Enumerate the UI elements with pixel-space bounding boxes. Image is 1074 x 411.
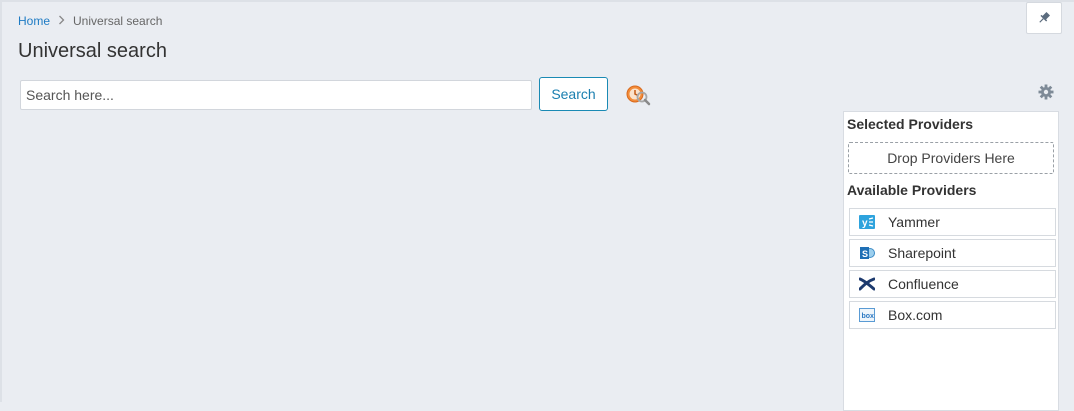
provider-label: Confluence	[888, 276, 959, 292]
svg-text:box: box	[862, 313, 875, 320]
providers-panel: Selected Providers Drop Providers Here A…	[843, 111, 1059, 411]
provider-item-box[interactable]: box Box.com	[849, 301, 1056, 329]
left-border	[0, 0, 2, 402]
provider-label: Box.com	[888, 307, 943, 323]
gear-icon[interactable]	[1038, 84, 1054, 100]
provider-label: Sharepoint	[888, 245, 956, 261]
breadcrumb-current: Universal search	[73, 14, 163, 28]
selected-providers-heading: Selected Providers	[847, 116, 974, 132]
provider-label: Yammer	[888, 214, 940, 230]
breadcrumb-home-link[interactable]: Home	[18, 14, 50, 28]
chevron-right-icon	[59, 15, 65, 25]
yammer-icon: y	[859, 214, 875, 230]
available-providers-heading: Available Providers	[847, 182, 977, 198]
box-icon: box	[859, 307, 875, 323]
pin-icon	[1039, 11, 1051, 23]
top-border	[0, 0, 1074, 2]
provider-item-sharepoint[interactable]: S Sharepoint	[849, 239, 1056, 267]
provider-item-yammer[interactable]: y Yammer	[849, 208, 1056, 236]
pin-button[interactable]	[1026, 2, 1062, 34]
search-button[interactable]: Search	[539, 77, 608, 111]
breadcrumb: Home Universal search	[18, 14, 162, 28]
provider-item-confluence[interactable]: Confluence	[849, 270, 1056, 298]
breadcrumb-separator	[58, 14, 65, 28]
confluence-icon	[859, 276, 875, 292]
search-input[interactable]	[20, 80, 532, 110]
svg-text:S: S	[862, 249, 868, 259]
search-history-icon[interactable]	[625, 84, 651, 106]
provider-drop-zone[interactable]: Drop Providers Here	[848, 142, 1054, 174]
svg-text:y: y	[862, 218, 868, 229]
sharepoint-icon: S	[859, 245, 875, 261]
page-title: Universal search	[18, 40, 167, 62]
